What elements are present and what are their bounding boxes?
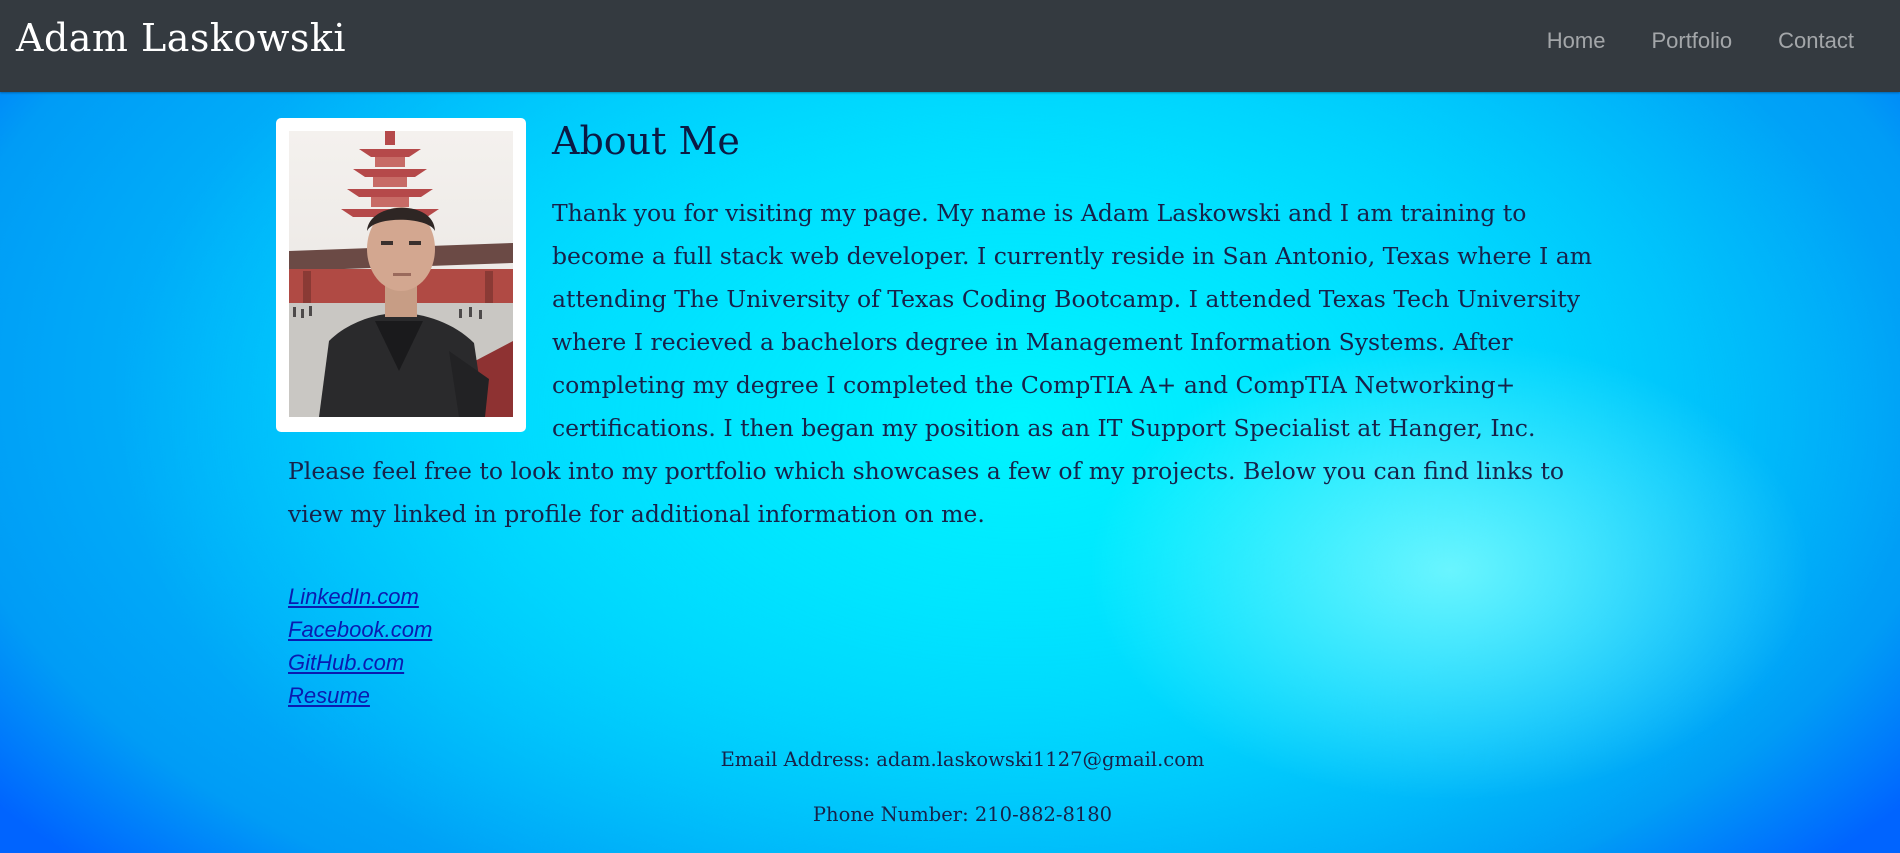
external-links: LinkedIn.com Facebook.com GitHub.com Res… xyxy=(288,580,432,712)
email-address: Email Address: adam.laskowski1127@gmail.… xyxy=(720,748,1205,771)
brand-title[interactable]: Adam Laskowski xyxy=(16,16,346,60)
linkedin-link[interactable]: LinkedIn.com xyxy=(288,580,432,613)
navbar: Adam Laskowski Home Portfolio Contact xyxy=(0,0,1900,92)
nav-link-contact[interactable]: Contact xyxy=(1750,28,1872,54)
github-link[interactable]: GitHub.com xyxy=(288,646,432,679)
nav-link-portfolio[interactable]: Portfolio xyxy=(1623,28,1750,54)
phone-number: Phone Number: 210-882-8180 xyxy=(812,803,1113,826)
about-section: About Me Thank you for visiting my page.… xyxy=(276,118,1606,708)
profile-photo xyxy=(289,131,513,417)
resume-link[interactable]: Resume xyxy=(288,679,432,712)
nav-links: Home Portfolio Contact xyxy=(1519,28,1872,54)
nav-link-home[interactable]: Home xyxy=(1519,28,1624,54)
profile-photo-frame xyxy=(276,118,526,432)
facebook-link[interactable]: Facebook.com xyxy=(288,613,432,646)
